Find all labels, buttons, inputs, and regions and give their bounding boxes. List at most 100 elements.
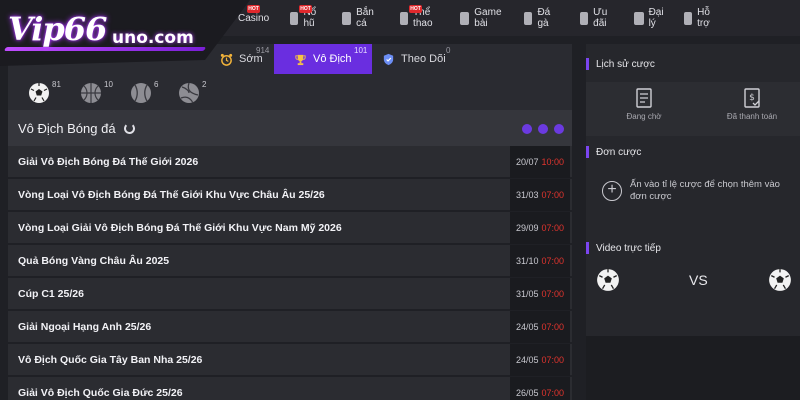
logo-main-text: Vip66 bbox=[8, 10, 107, 48]
league-time: 07:00 bbox=[541, 355, 565, 365]
logo-swoosh bbox=[3, 47, 207, 51]
main-content: Sớm 914 Vô Địch 101 Theo Dõi 0 81 10 6 2… bbox=[8, 44, 572, 400]
accent-bar bbox=[586, 242, 589, 254]
add-bet-icon[interactable]: + bbox=[602, 181, 622, 201]
sports-icon bbox=[400, 11, 409, 25]
league-row[interactable]: Giải Vô Địch Bóng Đá Thế Giới 2026 20/07 1… bbox=[8, 146, 572, 178]
league-date: 24/05 bbox=[515, 322, 539, 332]
league-name: Giải Vô Địch Quốc Gia Đức 25/26 bbox=[18, 387, 183, 399]
filter-icon[interactable] bbox=[522, 124, 532, 134]
section-header: Vô Địch Bóng đá bbox=[8, 110, 572, 146]
league-date: 29/09 bbox=[515, 223, 539, 233]
betslip-title: Đơn cược bbox=[596, 146, 642, 158]
league-date: 31/10 bbox=[515, 256, 539, 266]
soccer-count: 81 bbox=[52, 80, 61, 89]
settings-icon[interactable] bbox=[538, 124, 548, 134]
hot-badge: HOT bbox=[299, 5, 312, 13]
paid-bets-button[interactable]: $ Đã thanh toán bbox=[700, 82, 800, 134]
trophy-icon bbox=[295, 54, 306, 65]
league-date: 31/05 bbox=[515, 289, 539, 299]
nav-item-2[interactable]: Bắn cá bbox=[342, 0, 378, 36]
tab-early-count: 914 bbox=[256, 46, 270, 55]
league-name: Quả Bóng Vàng Châu Âu 2025 bbox=[18, 255, 170, 267]
fish-icon bbox=[342, 11, 352, 25]
pending-bets-button[interactable]: Đang chờ bbox=[592, 82, 696, 134]
league-row[interactable]: Giải Ngoại Hạng Anh 25/26 24/05 07:00 bbox=[8, 311, 572, 343]
nav-item-6[interactable]: Ưu đãi bbox=[580, 0, 612, 36]
slot-icon bbox=[290, 11, 299, 25]
league-time: 07:00 bbox=[541, 388, 565, 398]
receipt-icon bbox=[636, 88, 652, 108]
tab-champion[interactable]: Vô Địch 101 bbox=[274, 44, 372, 74]
paid-label: Đã thanh toán bbox=[726, 112, 778, 121]
nav-label: Hỗ trợ bbox=[697, 7, 710, 29]
tab-champion-count: 101 bbox=[354, 46, 368, 55]
league-name: Vòng Loại Giải Vô Địch Bóng Đá Thế Giới … bbox=[18, 222, 342, 234]
tennis-count: 6 bbox=[154, 80, 159, 89]
league-time: 07:00 bbox=[541, 289, 565, 299]
rooster-icon bbox=[524, 11, 533, 25]
accent-bar bbox=[586, 146, 589, 158]
nav-item-8[interactable]: Hỗ trợ bbox=[684, 0, 715, 36]
shield-icon bbox=[383, 53, 394, 65]
league-time: 07:00 bbox=[541, 322, 565, 332]
league-row[interactable]: Vòng Loại Giải Vô Địch Bóng Đá Thế Giới … bbox=[8, 212, 572, 244]
nav-label: Bắn cá bbox=[356, 7, 374, 29]
alarm-clock-icon bbox=[220, 53, 233, 66]
history-box: Đang chờ $ Đã thanh toán bbox=[586, 82, 800, 136]
logo-sub-text: uno.com bbox=[112, 28, 194, 48]
live-video-header: Video trực tiếp bbox=[586, 236, 661, 260]
nav-item-1[interactable]: Nổ hũHOT bbox=[290, 0, 321, 36]
league-schedule: 26/05 07:00 bbox=[510, 377, 570, 400]
accent-bar bbox=[586, 58, 589, 70]
league-schedule: 29/09 07:00 bbox=[510, 212, 570, 244]
league-schedule: 31/10 07:00 bbox=[510, 245, 570, 277]
betslip-header: Đơn cược bbox=[586, 140, 641, 164]
pending-label: Đang chờ bbox=[626, 112, 662, 121]
league-schedule: 31/03 07:00 bbox=[510, 179, 570, 211]
league-schedule: 20/07 10:00 bbox=[510, 146, 570, 178]
tab-following[interactable]: Theo Dõi 0 bbox=[372, 44, 462, 74]
nav-label: Casino bbox=[238, 12, 270, 24]
league-row[interactable]: Giải Vô Địch Quốc Gia Đức 25/26 26/05 07:0… bbox=[8, 377, 572, 400]
tab-following-count: 0 bbox=[446, 46, 451, 55]
league-date: 20/07 bbox=[515, 157, 539, 167]
nav-label: Đá gà bbox=[537, 7, 551, 29]
league-date: 31/03 bbox=[515, 190, 539, 200]
nav-label: Ưu đãi bbox=[593, 7, 608, 29]
league-name: Vô Địch Quốc Gia Tây Ban Nha 25/26 bbox=[18, 354, 203, 366]
basketball-icon[interactable] bbox=[80, 82, 102, 104]
basketball-count: 10 bbox=[104, 80, 113, 89]
league-row[interactable]: Quả Bóng Vàng Châu Âu 2025 31/10 07:00 bbox=[8, 245, 572, 277]
nav-item-5[interactable]: Đá gà bbox=[524, 0, 555, 36]
tab-following-label: Theo Dõi bbox=[401, 53, 446, 65]
league-time: 10:00 bbox=[541, 157, 565, 167]
league-schedule: 31/05 07:00 bbox=[510, 278, 570, 310]
svg-text:$: $ bbox=[749, 93, 755, 103]
gift-icon bbox=[580, 11, 589, 25]
league-time: 07:00 bbox=[541, 223, 565, 233]
collapse-icon[interactable] bbox=[554, 124, 564, 134]
league-date: 26/05 bbox=[515, 388, 539, 398]
nav-label: Đại lý bbox=[648, 7, 664, 29]
league-row[interactable]: Cúp C1 25/26 31/05 07:00 bbox=[8, 278, 572, 310]
away-team-ball-icon bbox=[769, 269, 791, 291]
league-date: 24/05 bbox=[515, 355, 539, 365]
history-header: Lịch sử cược bbox=[586, 52, 655, 76]
nav-item-3[interactable]: Thể thao HOT bbox=[400, 0, 437, 36]
versus-label: VS bbox=[689, 272, 708, 288]
soccer-ball-icon[interactable] bbox=[28, 82, 50, 104]
league-row[interactable]: Vô Địch Quốc Gia Tây Ban Nha 25/26 24/05 0… bbox=[8, 344, 572, 376]
video-area[interactable] bbox=[586, 336, 800, 400]
volleyball-icon[interactable] bbox=[178, 82, 200, 104]
tab-early[interactable]: Sớm 914 bbox=[214, 44, 274, 74]
live-video-title: Video trực tiếp bbox=[596, 242, 661, 254]
nav-item-4[interactable]: Game bài bbox=[460, 0, 505, 36]
nav-item-7[interactable]: Đại lý bbox=[634, 0, 667, 36]
agent-icon bbox=[634, 11, 644, 25]
tennis-ball-icon[interactable] bbox=[130, 82, 152, 104]
league-row[interactable]: Vòng Loại Vô Địch Bóng Đá Thế Giới Khu V… bbox=[8, 179, 572, 211]
history-title: Lịch sử cược bbox=[596, 58, 655, 70]
sport-filter-bar: 81 10 6 2 bbox=[8, 74, 572, 114]
refresh-icon[interactable] bbox=[123, 122, 135, 134]
